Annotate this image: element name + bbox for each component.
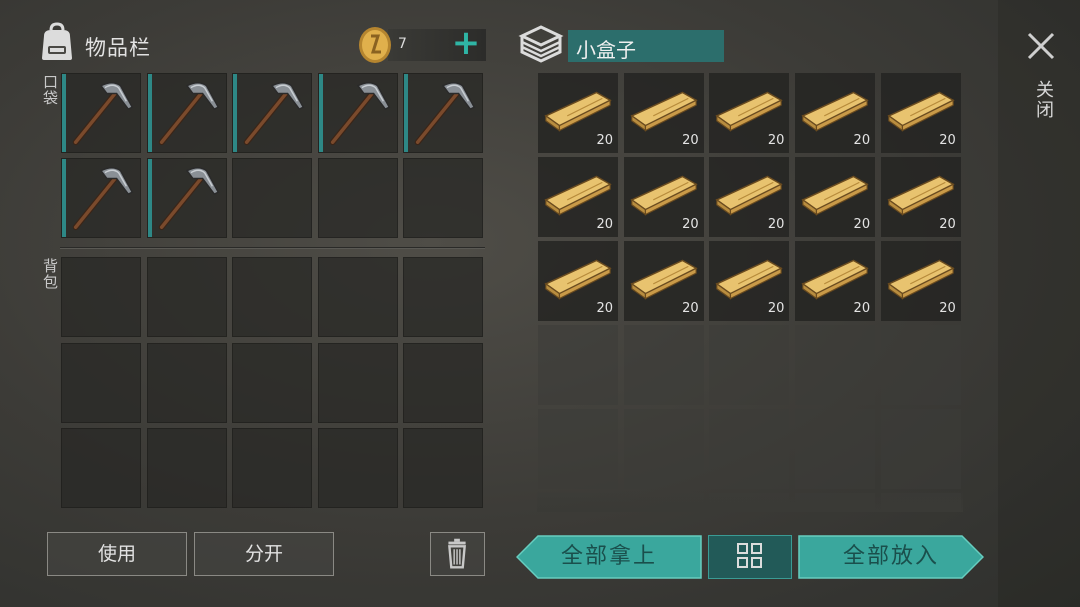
pickaxe-icon [414,82,476,146]
backpack-slot[interactable] [317,257,398,337]
coin-count: 7 [398,36,407,52]
container-slot[interactable]: 20 [880,241,961,321]
container-slot[interactable] [880,325,961,405]
item-quantity: 20 [596,217,613,232]
container-slot[interactable]: 20 [795,241,876,321]
container-title: 小盒子 [568,30,724,62]
item-quantity: 20 [939,133,956,148]
section-divider [60,247,485,249]
container-slot[interactable] [795,409,876,489]
backpack-slot[interactable] [232,428,312,508]
split-button[interactable]: 分开 [194,532,334,576]
item-quantity: 20 [767,301,785,316]
item-quantity: 20 [853,301,871,316]
backpack-slot[interactable] [403,428,483,508]
item-quantity: 20 [939,217,956,232]
backpack-label: 背包 [41,258,59,290]
backpack-slot[interactable] [61,428,141,508]
put-all-button[interactable]: 全部放入 [798,535,984,579]
container-slot[interactable]: 20 [538,157,618,237]
item-quantity: 20 [853,133,871,148]
container-slot[interactable] [709,409,790,489]
pocket-slot[interactable] [403,158,483,238]
pickaxe-icon [158,82,219,146]
take-all-label: 全部拿上 [560,544,657,569]
use-button[interactable]: 使用 [47,532,187,576]
backpack-slot[interactable] [317,428,398,508]
pickaxe-icon [243,82,305,146]
backpack-slot[interactable] [61,342,141,423]
container-slot[interactable] [623,325,704,405]
pocket-label: 口袋 [41,74,59,106]
pickaxe-icon [158,167,219,231]
put-all-label: 全部放入 [842,544,939,569]
container-slot[interactable]: 20 [709,157,790,237]
container-slot[interactable]: 20 [880,157,961,237]
item-quantity: 20 [596,133,613,148]
item-quantity: 20 [853,217,871,232]
container-slot[interactable] [538,409,618,489]
pocket-slot[interactable] [232,73,312,153]
pocket-slot[interactable] [317,73,398,153]
container-slot[interactable] [623,409,704,489]
scroll-fade [537,490,963,512]
close-label[interactable]: 关闭 [1030,80,1056,120]
pickaxe-icon [329,82,390,146]
backpack-slot[interactable] [146,257,227,337]
backpack-slot[interactable] [146,342,227,423]
inventory-title: 物品栏 [85,36,151,60]
pocket-slot[interactable] [61,73,141,153]
take-all-button[interactable]: 全部拿上 [516,535,702,579]
container-slot[interactable] [880,409,961,489]
backpack-slot[interactable] [61,257,141,337]
item-quantity: 20 [682,133,699,148]
container-slot[interactable]: 20 [538,73,618,153]
backpack-slot[interactable] [232,257,312,337]
container-slot[interactable]: 20 [795,73,876,153]
sort-button[interactable] [708,535,792,579]
container-slot[interactable]: 20 [623,241,704,321]
backpack-slot[interactable] [232,342,312,423]
item-quantity: 20 [939,301,956,316]
backpack-icon [42,22,72,60]
backpack-slot[interactable] [403,257,483,337]
pocket-slot[interactable] [317,158,398,238]
container-slot[interactable]: 20 [709,73,790,153]
grid-icon [737,543,762,568]
item-quantity: 20 [767,217,785,232]
plus-icon[interactable]: + [451,26,481,60]
backpack-slot[interactable] [146,428,227,508]
close-icon[interactable] [1025,30,1057,62]
container-slot[interactable] [709,325,790,405]
item-quantity: 20 [596,301,613,316]
item-quantity: 20 [682,217,699,232]
container-slot[interactable]: 20 [623,73,704,153]
container-slot[interactable] [795,325,876,405]
container-slot[interactable] [538,325,618,405]
trash-button[interactable] [430,532,485,576]
item-quantity: 20 [767,133,785,148]
coin-icon [359,27,391,63]
pickaxe-icon [72,82,134,146]
pocket-slot[interactable] [232,158,312,238]
backpack-slot[interactable] [403,342,483,423]
trash-icon [448,538,466,569]
backpack-slot[interactable] [317,342,398,423]
pocket-slot[interactable] [403,73,483,153]
box-icon [518,25,564,63]
item-quantity: 20 [682,301,699,316]
container-slot[interactable]: 20 [880,73,961,153]
pocket-slot[interactable] [61,158,141,238]
container-slot[interactable]: 20 [623,157,704,237]
pocket-slot[interactable] [146,73,227,153]
container-slot[interactable]: 20 [709,241,790,321]
container-slot[interactable]: 20 [538,241,618,321]
pocket-slot[interactable] [146,158,227,238]
pickaxe-icon [72,167,134,231]
container-slot[interactable]: 20 [795,157,876,237]
